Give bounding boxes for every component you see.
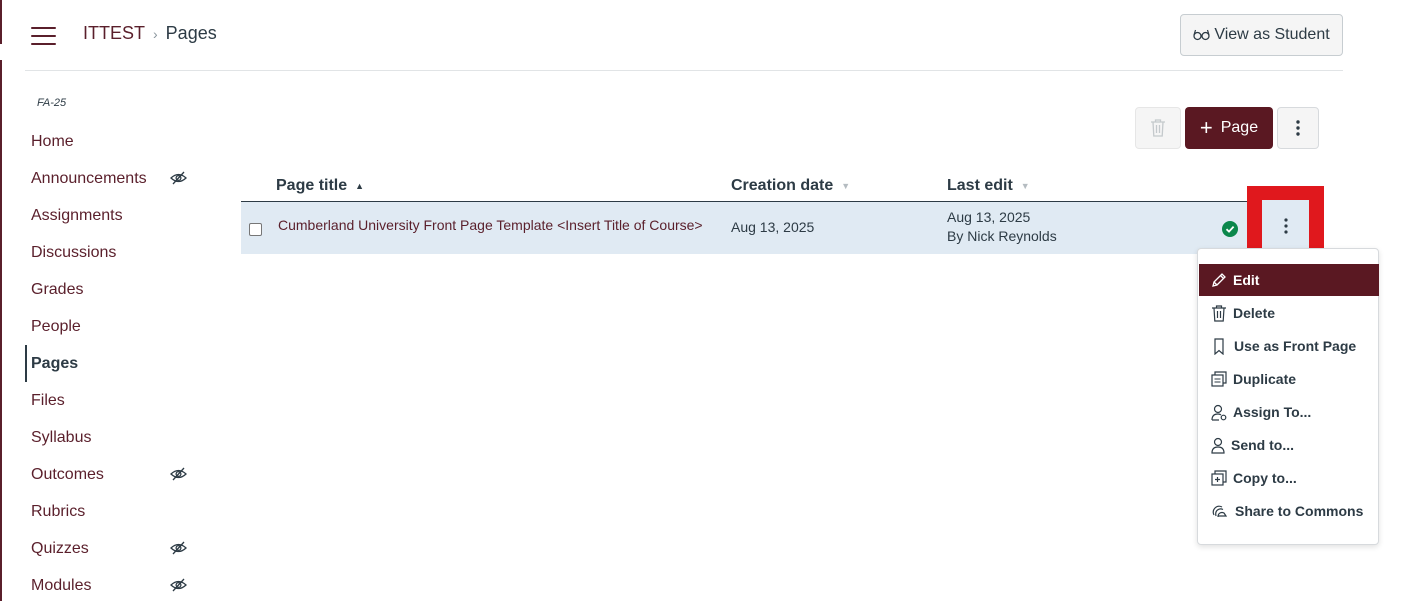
last-edit-date: Aug 13, 2025 xyxy=(947,209,1031,225)
trash-icon xyxy=(1151,119,1165,137)
header-divider xyxy=(25,70,1343,71)
plus-icon: + xyxy=(1199,115,1213,140)
menu-item-label: Edit xyxy=(1233,272,1260,288)
column-header-creation-date[interactable]: Creation date ▼ xyxy=(731,177,850,195)
sidebar-item-label: Files xyxy=(31,392,65,409)
glasses-icon xyxy=(1193,29,1210,41)
sidebar-item-modules[interactable]: Modules xyxy=(25,567,205,601)
menu-item-share-to-commons[interactable]: Share to Commons xyxy=(1199,495,1379,527)
sidebar-item-pages[interactable]: Pages xyxy=(25,345,205,382)
menu-item-delete[interactable]: Delete xyxy=(1199,297,1379,329)
bulk-delete-button[interactable] xyxy=(1135,107,1181,149)
view-as-student-label: View as Student xyxy=(1214,26,1330,43)
menu-item-label: Assign To... xyxy=(1233,404,1312,420)
last-edit-author: By Nick Reynolds xyxy=(947,228,1057,244)
sidebar-item-label: Home xyxy=(31,133,74,150)
bookmark-icon xyxy=(1214,337,1224,355)
menu-item-edit[interactable]: Edit xyxy=(1199,264,1379,296)
user-settings-icon xyxy=(1211,404,1227,421)
sidebar-item-label: Modules xyxy=(31,577,92,594)
column-header-label: Last edit xyxy=(947,177,1013,194)
sort-ascending-icon: ▲ xyxy=(355,181,365,191)
column-header-last-edit[interactable]: Last edit ▼ xyxy=(947,177,1030,195)
pencil-icon xyxy=(1212,273,1226,287)
published-status-button[interactable] xyxy=(1222,221,1238,237)
commons-icon xyxy=(1212,505,1228,518)
sort-descending-icon: ▼ xyxy=(1020,181,1030,191)
sidebar-item-people[interactable]: People xyxy=(25,308,205,345)
left-rail-gap xyxy=(0,44,2,60)
sidebar-item-quizzes[interactable]: Quizzes xyxy=(25,530,205,567)
row-select-checkbox[interactable] xyxy=(249,223,262,236)
eye-slash-icon xyxy=(170,578,187,592)
check-icon xyxy=(1225,225,1235,233)
course-term: FA-25 xyxy=(37,97,67,109)
add-page-label: Page xyxy=(1220,119,1259,136)
hamburger-line xyxy=(31,35,56,37)
sort-descending-icon: ▼ xyxy=(841,181,851,191)
eye-slash-icon xyxy=(170,541,187,555)
sidebar-item-home[interactable]: Home xyxy=(25,123,205,160)
add-page-button[interactable]: + Page xyxy=(1185,107,1273,149)
trash-icon xyxy=(1212,304,1226,322)
copy-to-icon xyxy=(1211,470,1227,486)
column-header-label: Creation date xyxy=(731,177,834,194)
sidebar-item-label: Assignments xyxy=(31,207,123,224)
eye-slash-icon xyxy=(170,467,187,481)
view-as-student-button[interactable]: View as Student xyxy=(1180,14,1343,56)
breadcrumb-separator-icon: › xyxy=(153,25,158,42)
sidebar-item-label: Pages xyxy=(31,355,79,372)
sidebar-item-label: Syllabus xyxy=(31,429,92,446)
kebab-icon xyxy=(1296,120,1300,136)
page-options-button[interactable] xyxy=(1277,107,1319,149)
creation-date: Aug 13, 2025 xyxy=(731,219,815,235)
sidebar-item-label: Rubrics xyxy=(31,503,86,520)
sidebar-item-grades[interactable]: Grades xyxy=(25,271,205,308)
sidebar-item-files[interactable]: Files xyxy=(25,382,205,419)
user-icon xyxy=(1211,437,1225,454)
sidebar-item-discussions[interactable]: Discussions xyxy=(25,234,205,271)
menu-item-copy-to[interactable]: Copy to... xyxy=(1199,462,1379,494)
sidebar-item-label: People xyxy=(31,318,81,335)
sidebar-item-assignments[interactable]: Assignments xyxy=(25,197,205,234)
course-navigation: Home Announcements Assignments Discussio… xyxy=(25,123,205,601)
column-header-label: Page title xyxy=(276,177,348,194)
sidebar-item-rubrics[interactable]: Rubrics xyxy=(25,493,205,530)
hamburger-line xyxy=(31,27,56,29)
row-options-menu: Edit Delete Use as Front Page Duplicate … xyxy=(1197,248,1379,545)
menu-item-label: Duplicate xyxy=(1233,371,1297,387)
sidebar-item-label: Discussions xyxy=(31,244,117,261)
breadcrumb-current: Pages xyxy=(165,23,217,43)
left-rail xyxy=(0,0,2,601)
breadcrumb: ITTEST › Pages xyxy=(83,23,217,44)
menu-item-assign-to[interactable]: Assign To... xyxy=(1199,396,1379,428)
sidebar-item-label: Announcements xyxy=(31,170,147,187)
menu-item-label: Send to... xyxy=(1231,437,1294,453)
sidebar-item-label: Quizzes xyxy=(31,540,89,557)
sidebar-item-label: Grades xyxy=(31,281,84,298)
sidebar-item-outcomes[interactable]: Outcomes xyxy=(25,456,205,493)
hamburger-menu-button[interactable] xyxy=(31,27,56,45)
sidebar-item-syllabus[interactable]: Syllabus xyxy=(25,419,205,456)
menu-item-use-as-front-page[interactable]: Use as Front Page xyxy=(1199,330,1379,362)
menu-item-label: Delete xyxy=(1233,305,1276,321)
menu-item-label: Use as Front Page xyxy=(1234,338,1357,354)
page-title-link[interactable]: Cumberland University Front Page Templat… xyxy=(278,217,703,233)
hamburger-line xyxy=(31,43,56,45)
menu-item-label: Copy to... xyxy=(1233,470,1297,486)
eye-slash-icon xyxy=(170,171,187,185)
menu-item-label: Share to Commons xyxy=(1235,503,1364,519)
menu-item-duplicate[interactable]: Duplicate xyxy=(1199,363,1379,395)
column-header-page-title[interactable]: Page title ▲ xyxy=(276,177,364,195)
table-row: Cumberland University Front Page Templat… xyxy=(241,202,1319,254)
duplicate-icon xyxy=(1211,371,1227,387)
kebab-icon xyxy=(1283,218,1288,234)
row-options-button[interactable] xyxy=(1262,200,1309,252)
breadcrumb-course-link[interactable]: ITTEST xyxy=(83,23,145,44)
sidebar-item-label: Outcomes xyxy=(31,466,104,483)
sidebar-item-announcements[interactable]: Announcements xyxy=(25,160,205,197)
menu-item-send-to[interactable]: Send to... xyxy=(1199,429,1379,461)
